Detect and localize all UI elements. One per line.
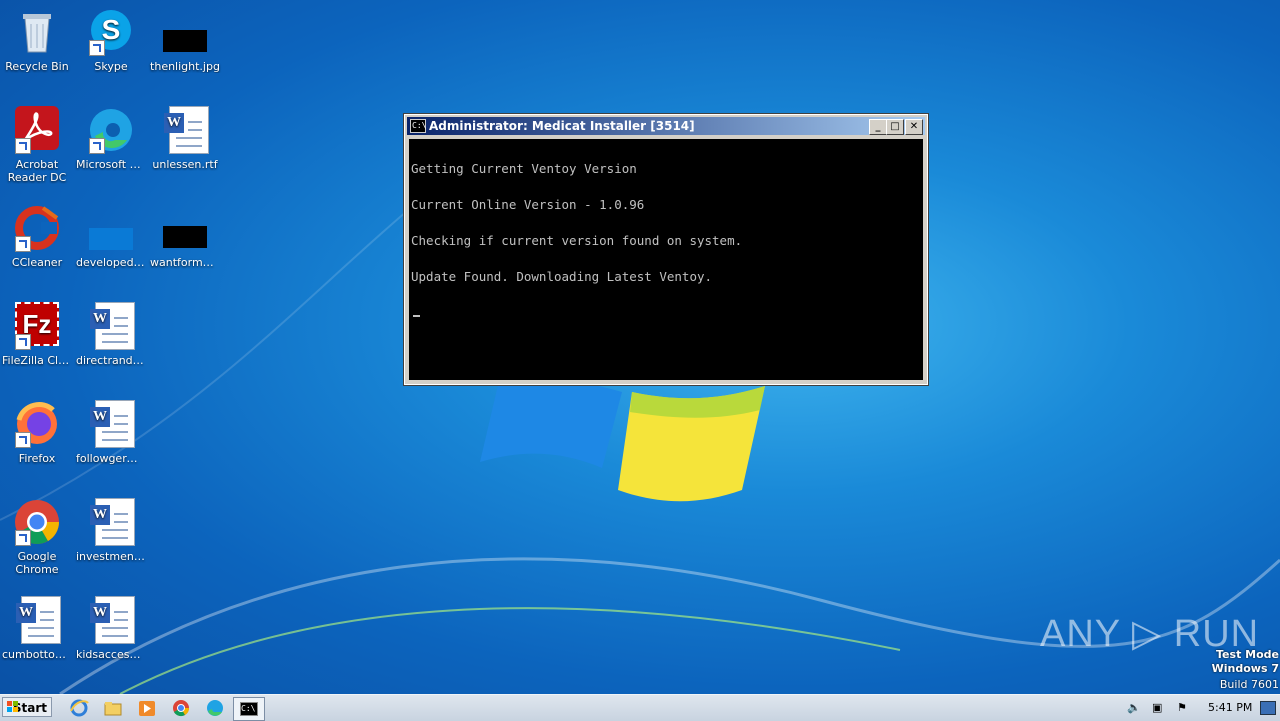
chrome-icon[interactable] (170, 698, 192, 718)
show-desktop-button[interactable] (1260, 701, 1276, 715)
close-button[interactable]: ✕ (905, 119, 923, 135)
minimize-button[interactable]: _ (869, 119, 887, 135)
desktop-icon-recycle-bin[interactable]: Recycle Bin (0, 6, 74, 73)
windows-version-label: Windows 7 (1211, 662, 1279, 675)
desktop-icon-thenlight[interactable]: thenlight.jpg (148, 6, 222, 73)
desktop-icon-skype[interactable]: S Skype (74, 6, 148, 73)
desktop-icon-firefox[interactable]: Firefox (0, 398, 74, 465)
console-line: Checking if current version found on sys… (411, 233, 743, 248)
internet-explorer-icon[interactable] (68, 698, 90, 718)
ccleaner-icon (13, 204, 61, 252)
acrobat-reader-icon (13, 106, 61, 154)
desktop-icon-investment[interactable]: W investment... (74, 496, 148, 563)
chrome-icon (13, 498, 61, 546)
wordpad-document-icon: W (87, 400, 135, 448)
skype-icon: S (87, 8, 135, 56)
wordpad-document-icon: W (87, 302, 135, 350)
edge-icon[interactable] (204, 698, 226, 718)
logo-blue-pane (480, 379, 622, 468)
desktop-icon-edge[interactable]: Microsoft Edge (74, 104, 148, 171)
wordpad-document-icon: W (87, 498, 135, 546)
file-icon (161, 204, 209, 252)
action-center-flag-icon[interactable]: ⚑ (1177, 701, 1187, 714)
cmd-icon: C:\ (240, 702, 258, 716)
image-file-icon (161, 8, 209, 56)
windows-flag-icon (7, 701, 19, 713)
wordpad-document-icon: W (13, 596, 61, 644)
filezilla-icon: Fz (13, 302, 61, 350)
taskbar: Start C:\ 🔈 ▣ ⚑ 5:41 PM (0, 694, 1280, 721)
desktop-icon-acrobat[interactable]: Acrobat Reader DC (0, 104, 74, 184)
taskbar-console-button[interactable]: C:\ (233, 697, 265, 721)
build-label: Build 7601 (1219, 678, 1279, 691)
explorer-icon[interactable] (102, 698, 124, 718)
desktop-icon-wantformer[interactable]: wantformer... (148, 202, 222, 269)
cmd-icon: C:\ (410, 119, 426, 133)
wordpad-document-icon: W (87, 596, 135, 644)
desktop-icon-developedb[interactable]: developedb... (74, 202, 148, 269)
desktop-icon-unlessen[interactable]: W unlessen.rtf (148, 104, 222, 171)
desktop-icon-followgerm[interactable]: W followgerm... (74, 398, 148, 465)
desktop-icon-chrome[interactable]: Google Chrome (0, 496, 74, 576)
console-line: Current Online Version - 1.0.96 (411, 197, 645, 212)
desktop-icon-filezilla[interactable]: Fz FileZilla Client (0, 300, 74, 367)
test-mode-label: Test Mode (1216, 648, 1279, 661)
console-line: Update Found. Downloading Latest Ventoy. (411, 269, 713, 284)
console-titlebar[interactable]: C:\ Administrator: Medicat Installer [35… (407, 117, 925, 135)
desktop: Recycle Bin Acrobat Reader DC CCleaner F… (0, 0, 1280, 694)
clock[interactable]: 5:41 PM (1208, 701, 1252, 714)
network-icon[interactable]: ▣ (1152, 701, 1162, 714)
desktop-icon-ccleaner[interactable]: CCleaner (0, 202, 74, 269)
console-line: Getting Current Ventoy Version (411, 161, 637, 176)
start-button[interactable]: Start (2, 697, 52, 717)
volume-icon[interactable]: 🔈 (1127, 701, 1141, 714)
console-window[interactable]: C:\ Administrator: Medicat Installer [35… (403, 113, 929, 386)
media-player-icon[interactable] (136, 698, 158, 718)
console-output[interactable]: Getting Current Ventoy Version Current O… (409, 139, 923, 380)
firefox-icon (13, 400, 61, 448)
maximize-button[interactable]: □ (886, 119, 904, 135)
wordpad-document-icon: W (161, 106, 209, 154)
desktop-icon-kidsaccess[interactable]: W kidsaccess.rtf (74, 594, 148, 661)
file-icon (87, 204, 135, 252)
text-cursor (413, 315, 420, 317)
edge-icon (87, 106, 135, 154)
desktop-icon-directrando[interactable]: W directrando... (74, 300, 148, 367)
window-title: Administrator: Medicat Installer [3514] (429, 119, 695, 133)
desktop-icon-cumbottom[interactable]: W cumbottom.rtf (0, 594, 74, 661)
recycle-bin-icon (13, 8, 61, 56)
